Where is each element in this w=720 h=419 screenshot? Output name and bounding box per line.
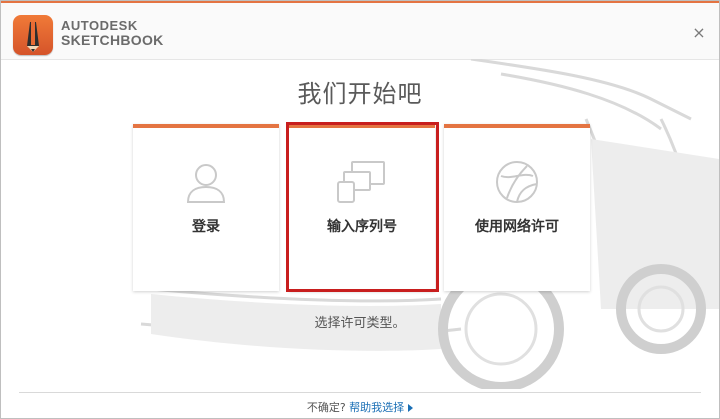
page-title: 我们开始吧 bbox=[297, 80, 423, 108]
brand-line-2: SKETCHBOOK bbox=[61, 32, 164, 48]
network-globe-icon bbox=[444, 158, 590, 203]
enter-serial-card[interactable]: 输入序列号 bbox=[289, 124, 435, 291]
unsure-text: 不确定? bbox=[306, 401, 346, 414]
user-icon bbox=[133, 158, 279, 203]
sign-in-card[interactable]: 登录 bbox=[133, 124, 279, 291]
brand-wordmark: AUTODESK SKETCHBOOK bbox=[61, 18, 164, 48]
devices-icon bbox=[289, 158, 435, 203]
brand-line-1: AUTODESK bbox=[61, 18, 138, 33]
arrow-right-icon[interactable] bbox=[408, 404, 414, 412]
license-type-prompt: 选择许可类型。 bbox=[314, 316, 406, 331]
sketchbook-logo-icon bbox=[13, 15, 53, 55]
dialog-header: AUTODESK SKETCHBOOK × bbox=[1, 3, 719, 60]
enter-serial-label: 输入序列号 bbox=[327, 219, 397, 235]
network-license-label: 使用网络许可 bbox=[475, 219, 559, 235]
sign-in-label: 登录 bbox=[192, 219, 220, 235]
close-button[interactable]: × bbox=[691, 25, 707, 41]
footer: 不确定? 帮助我选择 bbox=[1, 399, 719, 415]
activation-dialog: AUTODESK SKETCHBOOK × 我们开始吧 登录 输入序列号 使用网… bbox=[0, 0, 720, 419]
network-license-card[interactable]: 使用网络许可 bbox=[444, 124, 590, 291]
help-me-choose-link[interactable]: 帮助我选择 bbox=[349, 401, 404, 414]
footer-divider bbox=[19, 392, 701, 393]
